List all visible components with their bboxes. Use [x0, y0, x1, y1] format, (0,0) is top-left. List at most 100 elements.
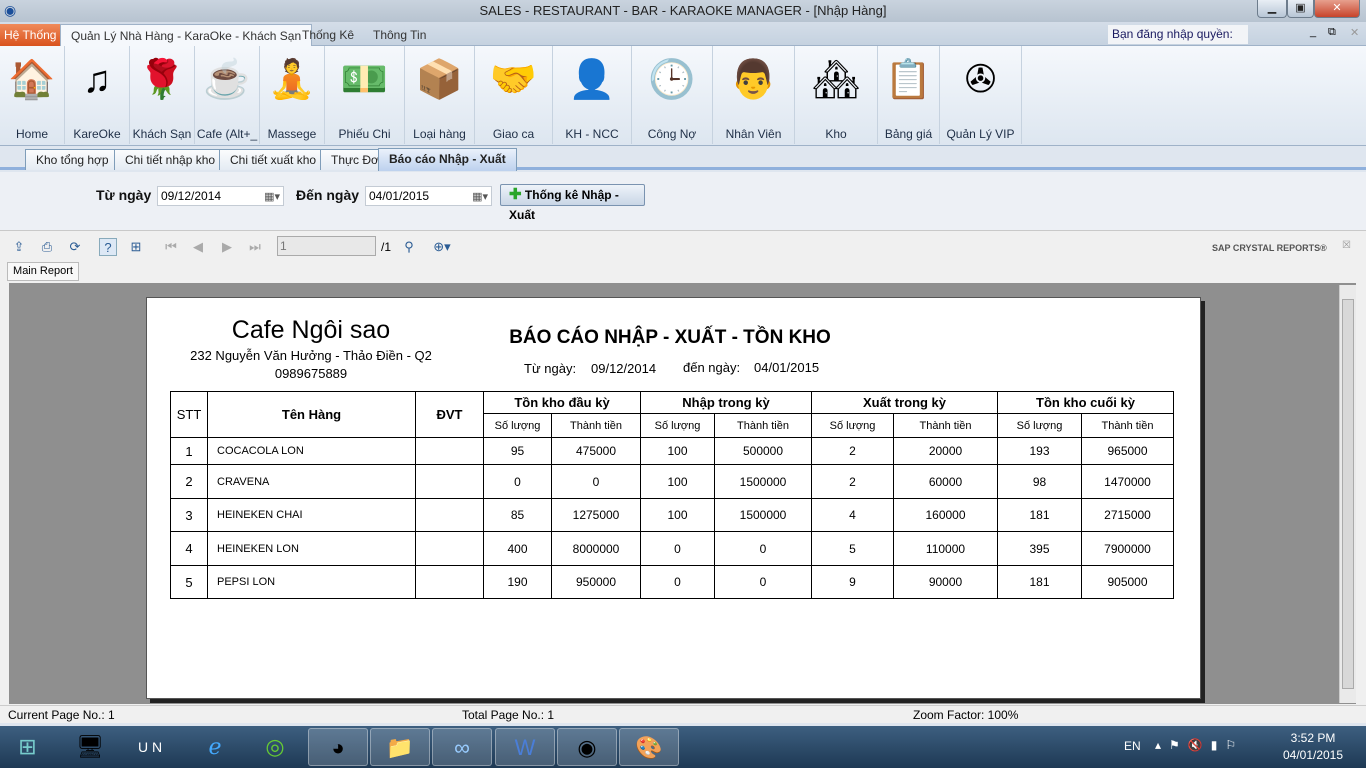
table-cell: 1 [170, 437, 208, 465]
tab-thong-ke[interactable]: Thống Kê [292, 24, 364, 46]
taskbar-vs-icon[interactable]: ∞ [432, 728, 492, 766]
mdi-close-icon[interactable]: ✕ [1350, 26, 1359, 39]
table-cell: 4 [811, 498, 894, 532]
ribbon-button-vip[interactable]: ✇ Quản Lý VIP [940, 46, 1022, 144]
coffee-cup-icon: ☕ [203, 59, 251, 101]
ribbon-button-clock[interactable]: 🕒 Công Nợ [632, 46, 713, 144]
taskbar-unikey-icon[interactable]: U N [120, 728, 180, 766]
calendar-icon[interactable]: ▦▾ [472, 188, 488, 206]
ribbon-button-calendar[interactable]: 📋 Bảng giá [878, 46, 940, 144]
table-cell: 0 [640, 531, 715, 566]
refresh-icon[interactable]: ⟳ [66, 238, 84, 256]
company-phone: 0989675889 [274, 366, 348, 381]
group-tree-icon[interactable]: ⊞ [127, 238, 145, 256]
employee-icon: 👨 [729, 59, 778, 101]
table-cell: 1500000 [714, 498, 812, 532]
taskbar-ie-icon[interactable]: ℯ [185, 728, 245, 766]
taskbar-explorer-icon[interactable]: 📁 [370, 728, 430, 766]
ribbon-button-label: Nhân Viên [725, 127, 782, 141]
table-cell: 0 [483, 464, 552, 499]
ribbon-button-music-note[interactable]: ♫ KareOke [65, 46, 130, 144]
table-cell: 4 [170, 531, 208, 566]
ribbon-button-home[interactable]: 🏠 Home [0, 46, 65, 144]
ribbon-button-label: Công Nợ [647, 127, 697, 141]
close-button[interactable]: ✕ [1314, 0, 1360, 18]
tab-he-thong[interactable]: Hệ Thống [0, 24, 61, 46]
tab-thong-tin[interactable]: Thông Tin [363, 24, 436, 46]
statistics-button[interactable]: ✚ Thống kê Nhập - Xuất [500, 184, 645, 222]
table-cell: HEINEKEN LON [207, 531, 416, 566]
export-icon[interactable]: ⇪ [10, 238, 28, 256]
mdi-minimize-icon[interactable]: _ [1310, 26, 1316, 38]
ribbon-button-employee[interactable]: 👨 Nhân Viên [713, 46, 795, 144]
mdi-restore-icon[interactable]: ⧉ [1328, 26, 1336, 39]
print-icon[interactable]: ⎙ [38, 238, 56, 256]
zoom-icon[interactable]: ⊕▾ [428, 238, 456, 256]
header-amount: Thành tiền [551, 413, 641, 438]
warehouse-icon: 🏘 [812, 59, 861, 101]
ribbon-button-label: Phiếu Chi [338, 127, 391, 141]
last-page-icon[interactable]: ⏭ [246, 238, 264, 256]
header-amount: Thành tiền [893, 413, 998, 438]
ribbon-button-label: KareOke [73, 127, 121, 141]
document-tabs: Kho tổng hợp Chi tiết nhập kho Chi tiết … [0, 146, 1366, 171]
page-number-input[interactable] [277, 236, 376, 256]
header-closing-stock: Tồn kho cuối kỳ [997, 391, 1174, 414]
taskbar-app-active-icon[interactable]: ◉ [557, 728, 617, 766]
taskbar-chrome-icon[interactable]: ◕ [308, 728, 368, 766]
header-qty: Số lượng [997, 413, 1082, 438]
main-report-tab[interactable]: Main Report [7, 262, 79, 281]
ribbon-button-massage[interactable]: 🧘 Massege [260, 46, 325, 144]
table-cell: 1500000 [714, 464, 812, 499]
ribbon-button-money[interactable]: 💵 Phiếu Chi [325, 46, 405, 144]
tab-kho-tong-hop[interactable]: Kho tổng hợp [25, 149, 120, 170]
taskbar-word-icon[interactable]: W [495, 728, 555, 766]
table-cell: 193 [997, 437, 1082, 465]
tab-quan-ly[interactable]: Quản Lý Nhà Hàng - KaraOke - Khách Sạn [60, 24, 313, 46]
ribbon-button-label: KH - NCC [565, 127, 619, 141]
tab-chi-tiet-nhap-kho[interactable]: Chi tiết nhập kho [114, 149, 227, 170]
language-indicator[interactable]: EN [1124, 739, 1141, 753]
first-page-icon[interactable]: ⏮ [162, 238, 180, 256]
clock-time[interactable]: 3:52 PM [1280, 731, 1346, 745]
help-icon[interactable]: ? [99, 238, 117, 256]
tab-chi-tiet-xuat-kho[interactable]: Chi tiết xuất kho [219, 149, 328, 170]
tray-icons[interactable]: ▴⚑🔇▮⚐ [1155, 738, 1244, 752]
ribbon-button-rose[interactable]: 🌹 Khách Sạn [130, 46, 195, 144]
header-amount: Thành tiền [714, 413, 812, 438]
table-cell [415, 464, 484, 499]
ribbon-button-warehouse[interactable]: 🏘 Kho [795, 46, 878, 144]
table-cell: 8000000 [551, 531, 641, 566]
ribbon-button-coffee-cup[interactable]: ☕ Cafe (Alt+_ [195, 46, 260, 144]
vertical-scrollbar[interactable] [1339, 285, 1356, 703]
clock-date[interactable]: 04/01/2015 [1280, 748, 1346, 762]
vip-icon: ✇ [964, 59, 997, 101]
table-cell: 90000 [893, 565, 998, 599]
table-cell: 85 [483, 498, 552, 532]
ribbon-button-box[interactable]: 📦 Loại hàng [405, 46, 475, 144]
crystal-reports-brand: SAP CRYSTAL REPORTS® [1212, 243, 1327, 253]
ribbon-button-handshake[interactable]: 🤝 Giao ca [475, 46, 553, 144]
rose-icon: 🌹 [138, 59, 186, 101]
tab-bao-cao-nhap-xuat[interactable]: Báo cáo Nhập - Xuất [378, 148, 517, 171]
from-date-picker[interactable]: 09/12/2014 ▦▾ [157, 186, 284, 206]
taskbar-app-icon[interactable]: 🖥 [60, 728, 120, 766]
taskbar-coccoc-icon[interactable]: ◎ [245, 728, 305, 766]
taskbar-paint-icon[interactable]: 🎨 [619, 728, 679, 766]
start-button[interactable]: ⊞ [0, 728, 55, 766]
scrollbar-thumb[interactable] [1342, 299, 1354, 689]
next-page-icon[interactable]: ▶ [218, 238, 236, 256]
report-title: BÁO CÁO NHẬP - XUẤT - TỒN KHO [509, 327, 831, 348]
table-row: 2 CRAVENA 0 0 100 1500000 2 60000 98 1470000 [170, 464, 1174, 499]
calendar-icon[interactable]: ▦▾ [264, 188, 280, 206]
minimize-button[interactable]: ▁ [1257, 0, 1287, 18]
to-date-picker[interactable]: 04/01/2015 ▦▾ [365, 186, 492, 206]
table-cell: 0 [640, 565, 715, 599]
ribbon-button-businessman[interactable]: 👤 KH - NCC [553, 46, 632, 144]
close-viewer-icon[interactable]: ☒ [1342, 240, 1351, 251]
find-icon[interactable]: ⚲ [400, 238, 418, 256]
maximize-button[interactable]: ▣ [1287, 0, 1314, 18]
previous-page-icon[interactable]: ◀ [189, 238, 207, 256]
table-cell: 110000 [893, 531, 998, 566]
calendar-icon: 📋 [884, 59, 933, 101]
